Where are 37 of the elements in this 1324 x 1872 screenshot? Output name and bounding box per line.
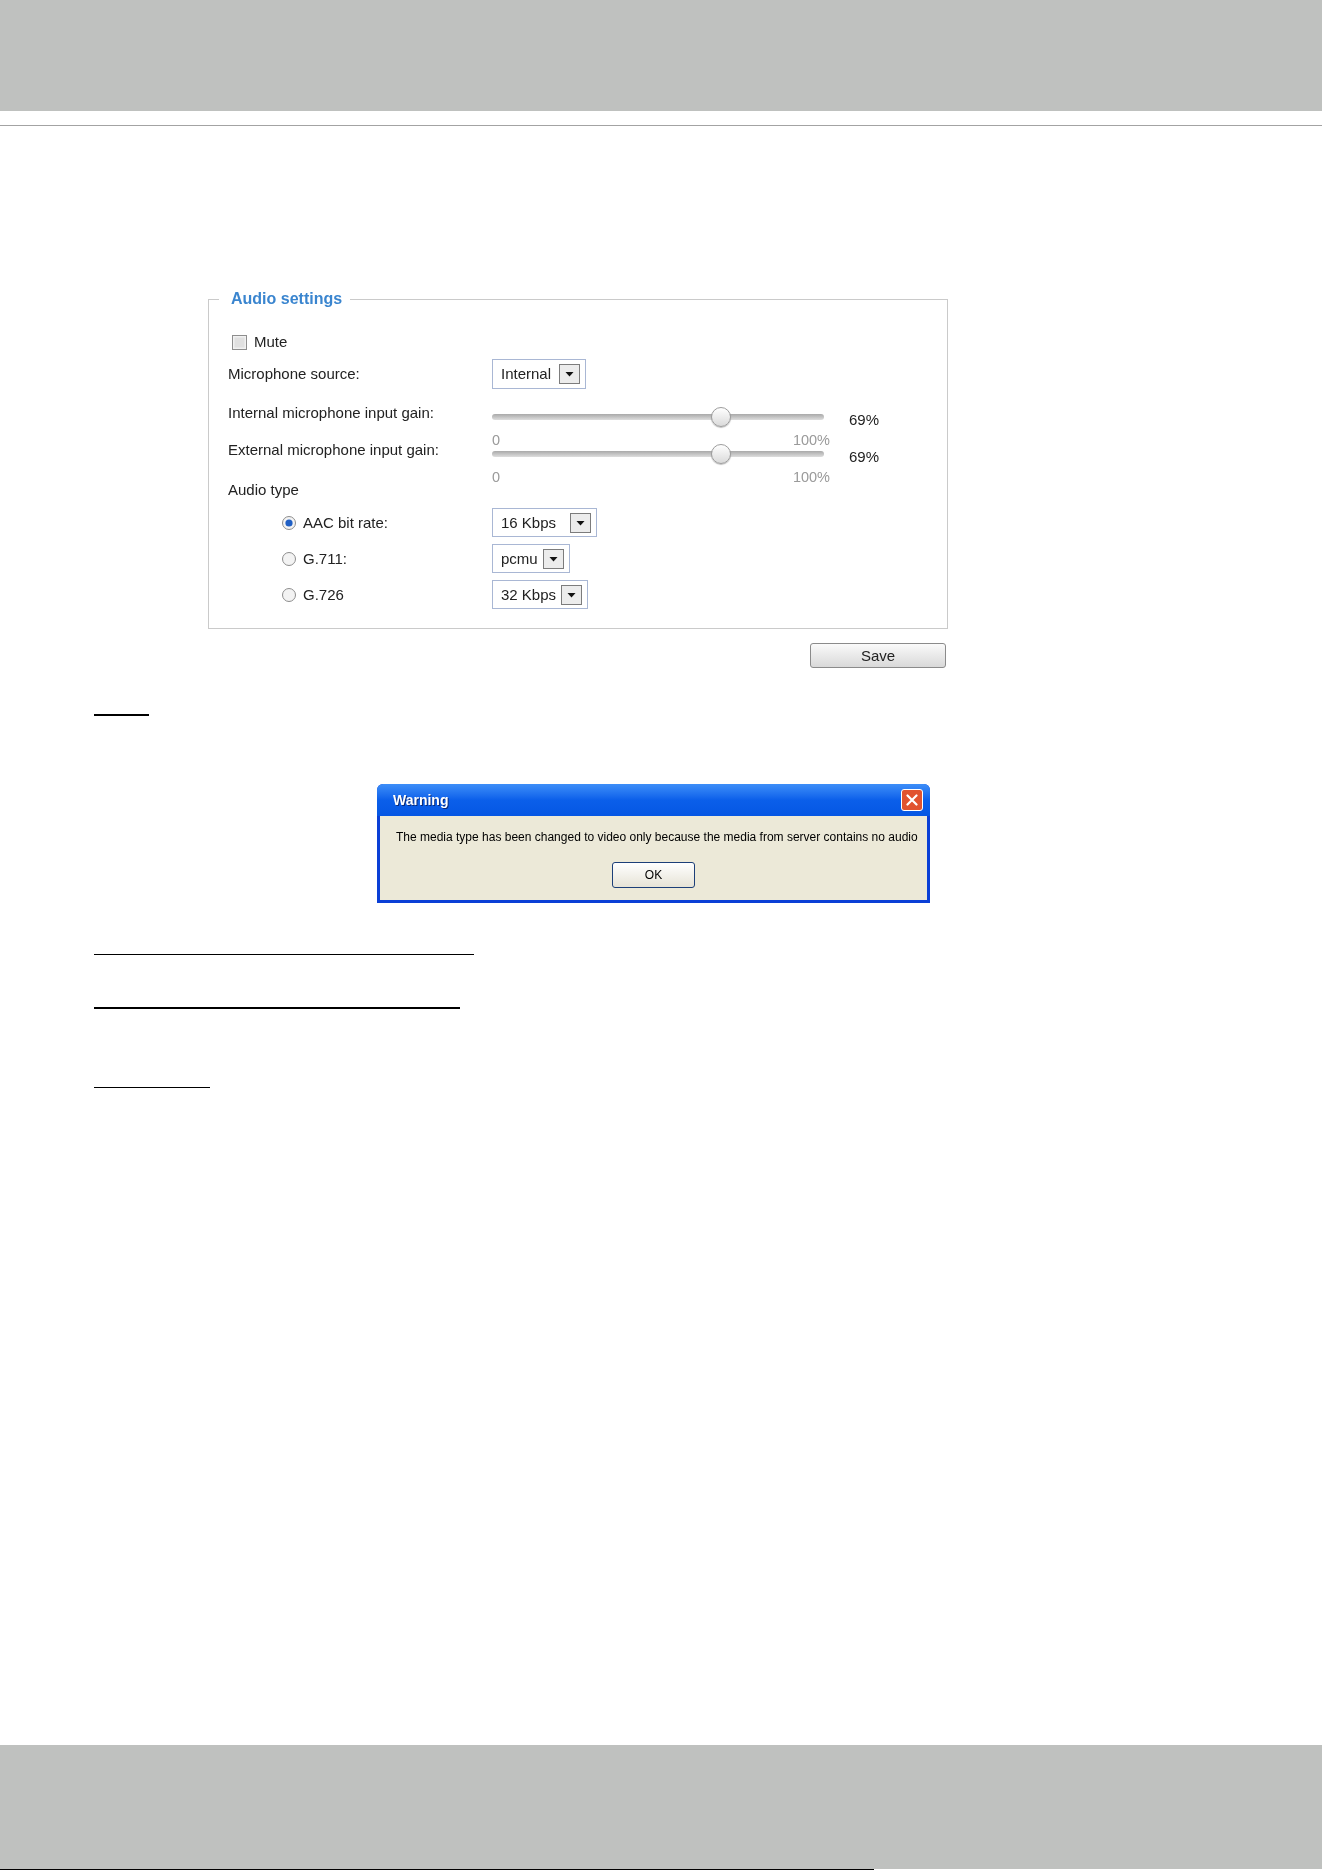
- close-icon: [906, 794, 918, 806]
- field-label: External microphone input gain:: [228, 441, 440, 459]
- caret-down-icon: [561, 584, 582, 605]
- close-button[interactable]: [901, 789, 923, 811]
- ok-button[interactable]: OK: [612, 862, 695, 888]
- slider-max-label: 100%: [792, 432, 830, 449]
- slider-value: 69%: [849, 448, 880, 466]
- slider-thumb[interactable]: [711, 444, 732, 464]
- dropdown[interactable]: pcmu: [492, 544, 570, 573]
- slider-min-label: 0: [492, 469, 501, 486]
- section-label: Audio type: [228, 481, 299, 499]
- field-label: Microphone source:: [228, 365, 361, 383]
- slider-max-label: 100%: [792, 469, 830, 486]
- checkbox-label: Mute: [254, 333, 288, 351]
- radio-label: G.711:: [303, 549, 347, 568]
- radio-button[interactable]: [282, 515, 296, 530]
- slider-track[interactable]: [492, 407, 824, 427]
- slider-track[interactable]: [492, 444, 824, 464]
- caret-down-icon: [570, 512, 591, 533]
- slider-value: 69%: [849, 411, 880, 429]
- panel-title: Audio settings: [230, 289, 344, 309]
- radio-label: G.726: [303, 585, 344, 604]
- slider-min-label: 0: [492, 432, 501, 449]
- radio-button[interactable]: [282, 587, 296, 602]
- dropdown[interactable]: 32 Kbps: [492, 580, 588, 609]
- dropdown[interactable]: Internal: [492, 359, 586, 389]
- slider-thumb[interactable]: [711, 407, 732, 427]
- dropdown[interactable]: 16 Kbps: [492, 508, 597, 537]
- caret-down-icon: [543, 548, 564, 569]
- radio-label: AAC bit rate:: [303, 513, 389, 532]
- caret-down-icon: [559, 364, 580, 384]
- dialog-title: Warning: [393, 792, 449, 808]
- save-button[interactable]: Save: [810, 643, 946, 668]
- dialog-message: The media type has been changed to video only because the media from server contains no audio: [395, 829, 919, 844]
- radio-button[interactable]: [282, 551, 296, 566]
- checkbox[interactable]: [232, 334, 247, 350]
- field-label: Internal microphone input gain:: [228, 404, 435, 422]
